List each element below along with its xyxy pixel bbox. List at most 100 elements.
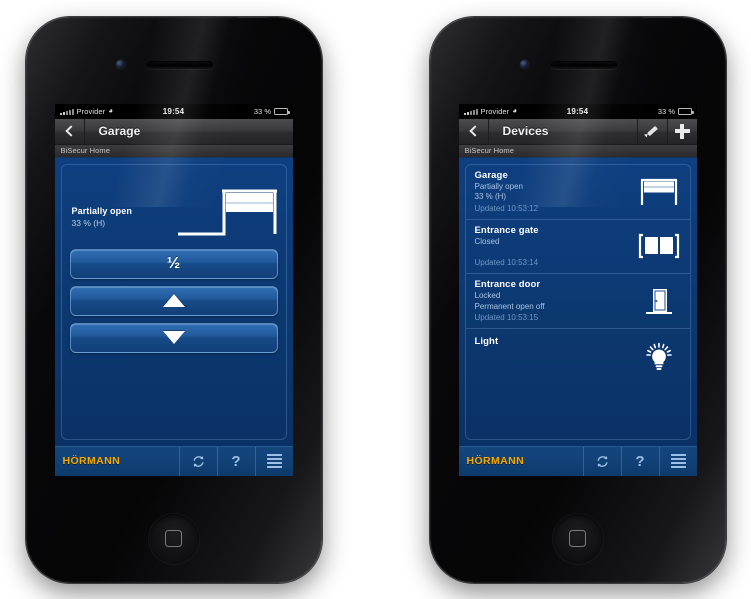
device-name: Entrance door	[474, 279, 541, 290]
door-icon	[645, 289, 672, 314]
menu-button[interactable]	[254, 446, 293, 476]
device-detail	[475, 247, 636, 257]
device-icon-wrap	[636, 341, 682, 373]
volume-down-button[interactable]	[25, 170, 27, 197]
phone-device-right: Provider ◕ 19:54 33 % Devices BiSecur Ho…	[429, 16, 726, 583]
ios-status-bar: Provider ◕ 19:54 33 %	[458, 103, 697, 119]
phone-device-left: Provider ◕ 19:54 33 % Garage BiSecur Hom…	[25, 16, 322, 583]
add-device-button[interactable]	[666, 118, 697, 144]
device-updated: Updated 10:53:15	[474, 313, 539, 322]
hamburger-menu-icon	[670, 453, 686, 469]
power-button[interactable]	[237, 16, 268, 18]
device-list-body: Garage Partially open 33 % (H) Updated 1…	[458, 157, 697, 446]
light-bulb-icon	[645, 342, 672, 370]
navigation-bar-left: Garage	[54, 118, 293, 145]
device-state: Partially open	[474, 181, 523, 191]
device-name: Garage	[474, 169, 508, 181]
garage-button-group: ½	[69, 248, 278, 353]
help-button[interactable]: ?	[216, 446, 255, 476]
power-button[interactable]	[641, 16, 672, 18]
device-info: Entrance door Locked Permanent open off …	[475, 279, 636, 323]
refresh-button[interactable]	[582, 446, 621, 476]
earpiece-speaker	[550, 60, 617, 69]
page-title: Garage	[98, 124, 141, 138]
list-item[interactable]: Entrance gate Closed Updated 10:53:14	[465, 220, 690, 274]
garage-door-partially-open-icon	[177, 189, 277, 235]
device-icon-wrap	[636, 233, 682, 259]
screenshot-stage: Provider ◕ 19:54 33 % Garage BiSecur Hom…	[0, 0, 751, 599]
menu-button[interactable]	[658, 446, 697, 476]
half-open-label: ½	[166, 254, 181, 272]
volume-down-button[interactable]	[429, 170, 431, 197]
navigation-bar-right: Devices	[458, 118, 697, 145]
bottom-toolbar-right: HÖRMANN ?	[458, 445, 697, 476]
home-button[interactable]	[551, 512, 604, 565]
clock-label: 19:54	[566, 106, 589, 116]
refresh-button[interactable]	[178, 446, 217, 476]
ios-status-bar: Provider ◕ 19:54 33 %	[54, 103, 293, 119]
close-down-button[interactable]	[69, 322, 278, 353]
device-info: Entrance gate Closed Updated 10:53:14	[475, 225, 636, 269]
volume-up-button[interactable]	[25, 134, 27, 161]
back-button[interactable]	[55, 118, 85, 144]
device-info: Garage Partially open 33 % (H) Updated 1…	[475, 170, 636, 214]
hormann-logo: HÖRMANN	[62, 455, 121, 467]
hamburger-menu-icon	[266, 453, 282, 469]
door-status-label: Partially open	[71, 205, 132, 216]
plus-icon	[674, 123, 690, 139]
half-open-button[interactable]: ½	[69, 248, 278, 279]
open-up-button[interactable]	[69, 285, 278, 316]
breadcrumb-label: BiSecur Home	[60, 146, 111, 155]
chevron-left-icon	[64, 125, 77, 137]
battery-icon	[677, 107, 694, 115]
refresh-icon	[597, 455, 607, 467]
home-square-icon	[165, 530, 182, 547]
device-list-panel: Garage Partially open 33 % (H) Updated 1…	[464, 163, 691, 440]
mute-switch[interactable]	[25, 104, 27, 121]
question-mark-icon: ?	[635, 452, 645, 470]
device-updated: Updated 10:53:12	[474, 203, 539, 213]
list-item[interactable]: Entrance door Locked Permanent open off …	[465, 274, 690, 329]
garage-control-body: Partially open 33 % (H) ½	[54, 157, 293, 446]
device-detail: Permanent open off	[474, 301, 545, 311]
door-status-block: Partially open 33 % (H)	[72, 205, 132, 229]
help-button[interactable]: ?	[620, 446, 659, 476]
device-info: Light	[475, 334, 636, 348]
back-button[interactable]	[459, 118, 489, 144]
device-state: Locked	[474, 291, 501, 300]
breadcrumb-bar-left: BiSecur Home	[54, 144, 293, 158]
garage-door-partially-open-icon	[640, 178, 677, 205]
device-updated: Updated 10:53:14	[474, 258, 539, 267]
list-item[interactable]: Garage Partially open 33 % (H) Updated 1…	[465, 165, 690, 220]
refresh-icon	[193, 455, 203, 467]
device-detail: 33 % (H)	[474, 192, 507, 201]
phone-screen-left: Provider ◕ 19:54 33 % Garage BiSecur Hom…	[54, 103, 293, 476]
device-icon-wrap	[636, 177, 682, 207]
edit-button[interactable]	[636, 118, 667, 144]
battery-icon	[273, 107, 290, 115]
earpiece-speaker	[146, 60, 213, 69]
door-position-label: 33 % (H)	[71, 217, 106, 228]
front-camera-icon	[519, 59, 529, 69]
double-gate-closed-icon	[638, 234, 679, 259]
front-camera-icon	[115, 59, 125, 69]
pencil-icon	[645, 124, 659, 138]
chevron-left-icon	[468, 125, 481, 137]
mute-switch[interactable]	[429, 104, 431, 121]
device-name: Entrance gate	[474, 224, 539, 236]
list-item[interactable]: Light	[466, 329, 690, 385]
breadcrumb-label: BiSecur Home	[464, 146, 515, 155]
bottom-toolbar-left: HÖRMANN ?	[54, 445, 293, 476]
device-state: Closed	[474, 236, 500, 246]
navbar-actions	[636, 118, 697, 144]
home-button[interactable]	[147, 512, 200, 565]
volume-up-button[interactable]	[429, 134, 431, 161]
device-name: Light	[474, 336, 499, 347]
clock-label: 19:54	[162, 106, 185, 116]
home-square-icon	[569, 530, 586, 547]
triangle-up-icon	[162, 294, 185, 307]
hormann-logo: HÖRMANN	[466, 455, 525, 467]
question-mark-icon: ?	[231, 452, 241, 470]
breadcrumb-bar-right: BiSecur Home	[458, 144, 697, 158]
triangle-down-icon	[162, 331, 185, 344]
